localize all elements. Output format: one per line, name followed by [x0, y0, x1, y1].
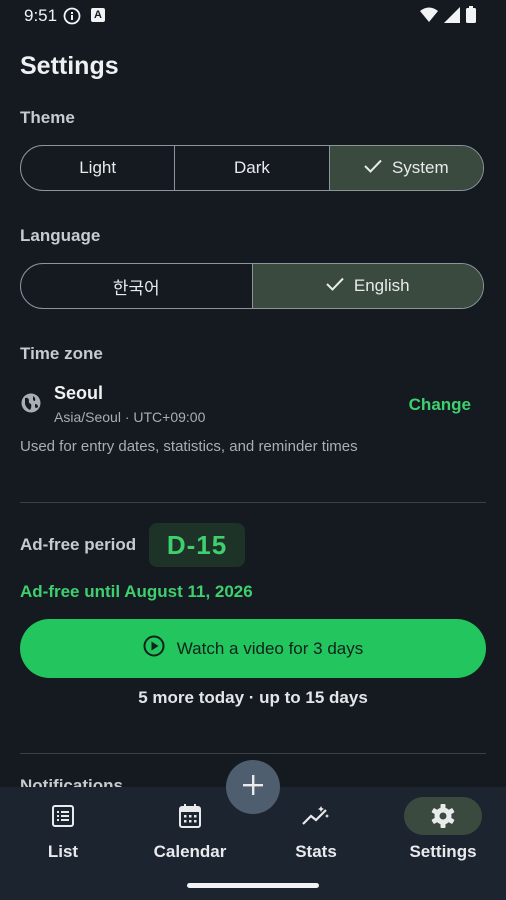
status-right: [420, 6, 476, 28]
nav-item-settings[interactable]: Settings: [380, 787, 506, 887]
theme-option-system-label: System: [391, 158, 449, 177]
timezone-change-button[interactable]: Change: [409, 395, 471, 415]
battery-icon: [466, 6, 476, 28]
ad-free-until: Ad-free until August 11, 2026: [20, 582, 253, 601]
add-entry-button[interactable]: [226, 760, 280, 814]
stats-icon: [277, 797, 355, 835]
page-title: Settings: [20, 52, 119, 80]
plus-icon: [242, 774, 264, 801]
theme-option-system[interactable]: System: [329, 146, 483, 190]
timezone-label: Time zone: [20, 344, 103, 363]
timezone-description: Used for entry dates, statistics, and re…: [20, 438, 358, 455]
watch-video-sub: 5 more today · up to 15 days: [138, 688, 368, 707]
gear-icon: [404, 797, 482, 835]
accessibility-a-icon: A: [91, 8, 105, 22]
play-circle-icon: [143, 635, 165, 662]
language-selector: 한국어 English: [20, 263, 484, 309]
status-bar: 9:51 A: [0, 0, 506, 32]
calendar-icon: [151, 797, 229, 835]
nav-label-list: List: [47, 842, 79, 861]
list-icon: [24, 797, 102, 835]
language-option-korean-label: 한국어: [112, 278, 160, 298]
check-icon: [326, 276, 344, 296]
signal-icon: [444, 6, 460, 28]
theme-option-dark-label: Dark: [234, 158, 270, 177]
watch-video-label: Watch a video for 3 days: [176, 638, 364, 658]
language-label: Language: [20, 226, 101, 245]
nav-item-list[interactable]: List: [0, 787, 126, 887]
divider: [20, 753, 486, 754]
nav-label-calendar: Calendar: [153, 842, 227, 861]
home-indicator: [187, 883, 319, 888]
ad-free-label: Ad-free period: [20, 535, 137, 554]
theme-label: Theme: [20, 108, 75, 127]
theme-option-light-label: Light: [79, 158, 117, 177]
ad-free-days-badge: D-15: [149, 523, 245, 567]
watch-video-button[interactable]: Watch a video for 3 days: [20, 619, 486, 678]
timezone-row: Seoul Asia/Seoul · UTC+09:00 Change: [20, 380, 486, 430]
language-option-english-label: English: [353, 276, 410, 295]
language-option-english[interactable]: English: [252, 264, 483, 308]
timezone-detail: Asia/Seoul · UTC+09:00: [54, 409, 206, 425]
info-icon: [63, 7, 81, 30]
globe-icon: [20, 392, 42, 419]
wifi-icon: [420, 7, 438, 27]
nav-label-stats: Stats: [295, 842, 337, 861]
status-time: 9:51: [24, 6, 58, 25]
language-option-korean[interactable]: 한국어: [21, 264, 253, 308]
theme-option-light[interactable]: Light: [21, 146, 176, 190]
check-icon: [364, 158, 382, 178]
divider: [20, 502, 486, 503]
nav-label-settings: Settings: [409, 842, 477, 861]
theme-option-dark[interactable]: Dark: [175, 146, 330, 190]
theme-selector: Light Dark System: [20, 145, 484, 191]
timezone-city: Seoul: [54, 383, 104, 403]
